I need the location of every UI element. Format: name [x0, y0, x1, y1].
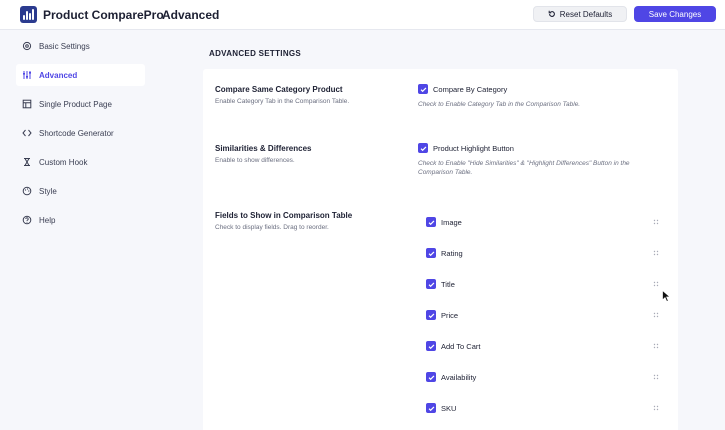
fields-desc: Check to display fields. Drag to reorder… [215, 224, 329, 231]
sidebar-item-label: Single Product Page [39, 99, 112, 109]
brand: Product ComparePro [20, 6, 164, 23]
reset-defaults-label: Reset Defaults [559, 9, 613, 19]
reset-icon [548, 10, 555, 17]
sidebar-item-help[interactable]: Help [16, 209, 145, 231]
palette-icon [21, 185, 33, 197]
field-label: SKU [441, 404, 457, 413]
check-icon [428, 343, 434, 349]
mouse-cursor-icon [662, 290, 671, 302]
field-checkbox-price[interactable] [426, 310, 436, 320]
drag-handle-icon[interactable] [653, 281, 659, 287]
compare-category-help: Check to Enable Category Tab in the Comp… [418, 101, 581, 108]
field-label: Availability [441, 373, 477, 382]
drag-handle-icon[interactable] [653, 250, 659, 256]
check-icon [428, 281, 434, 287]
sidebar-item-basic-settings[interactable]: Basic Settings [16, 35, 145, 57]
drag-handle-icon[interactable] [653, 343, 659, 349]
check-icon [428, 374, 434, 380]
section-title: ADVANCED SETTINGS [209, 49, 302, 58]
check-icon [420, 86, 426, 92]
field-checkbox-rating[interactable] [426, 248, 436, 258]
sidebar-item-label: Shortcode Generator [39, 128, 114, 138]
field-label: Title [441, 280, 455, 289]
compare-by-category-label[interactable]: Compare By Category [433, 85, 507, 94]
code-icon [21, 127, 33, 139]
drag-handle-icon[interactable] [653, 312, 659, 318]
reset-defaults-button[interactable]: Reset Defaults [533, 6, 627, 22]
similarities-title: Similarities & Differences [215, 144, 312, 153]
sidebar-item-label: Style [39, 186, 57, 196]
save-changes-button[interactable]: Save Changes [634, 6, 716, 22]
field-label: Price [441, 311, 459, 320]
field-checkbox-title[interactable] [426, 279, 436, 289]
top-bar: Product ComparePro Advanced Reset Defaul… [0, 0, 725, 30]
app-name: Product ComparePro [43, 7, 164, 22]
sidebar-item-shortcode-generator[interactable]: Shortcode Generator [16, 122, 145, 144]
check-icon [428, 405, 434, 411]
compare-by-category-checkbox[interactable] [418, 84, 428, 94]
drag-handle-icon[interactable] [653, 219, 659, 225]
check-icon [428, 250, 434, 256]
product-highlight-checkbox[interactable] [418, 143, 428, 153]
similarities-help-line1: Check to Enable "Hide Similarities" & "H… [418, 160, 630, 167]
product-highlight-label[interactable]: Product Highlight Button [433, 144, 514, 153]
field-label: Image [441, 218, 462, 227]
sidebar-item-custom-hook[interactable]: Custom Hook [16, 151, 145, 173]
field-checkbox-availability[interactable] [426, 372, 436, 382]
similarities-desc: Enable to show differences. [215, 157, 295, 164]
sidebar-item-single-product-page[interactable]: Single Product Page [16, 93, 145, 115]
field-checkbox-sku[interactable] [426, 403, 436, 413]
field-checkbox-add-to-cart[interactable] [426, 341, 436, 351]
help-icon [21, 214, 33, 226]
field-checkbox-image[interactable] [426, 217, 436, 227]
drag-handle-icon[interactable] [653, 374, 659, 380]
compare-category-desc: Enable Category Tab in the Comparison Ta… [215, 98, 350, 105]
sidebar-item-style[interactable]: Style [16, 180, 145, 202]
page-icon [21, 98, 33, 110]
fields-title: Fields to Show in Comparison Table [215, 211, 353, 220]
sidebar-item-label: Custom Hook [39, 157, 88, 167]
similarities-help-line2: Comparison Table. [418, 169, 473, 176]
sidebar-item-advanced[interactable]: Advanced [16, 64, 145, 86]
sidebar-item-label: Help [39, 215, 56, 225]
logo-icon [20, 6, 37, 23]
hook-icon [21, 156, 33, 168]
sidebar-item-label: Advanced [39, 70, 78, 80]
check-icon [428, 312, 434, 318]
sidebar-item-label: Basic Settings [39, 41, 90, 51]
compare-category-title: Compare Same Category Product [215, 85, 343, 94]
field-label: Rating [441, 249, 463, 258]
check-icon [428, 219, 434, 225]
gear-icon [21, 40, 33, 52]
page-title: Advanced [162, 8, 220, 22]
drag-handle-icon[interactable] [653, 405, 659, 411]
field-label: Add To Cart [441, 342, 481, 351]
check-icon [420, 145, 426, 151]
sliders-icon [21, 69, 33, 81]
